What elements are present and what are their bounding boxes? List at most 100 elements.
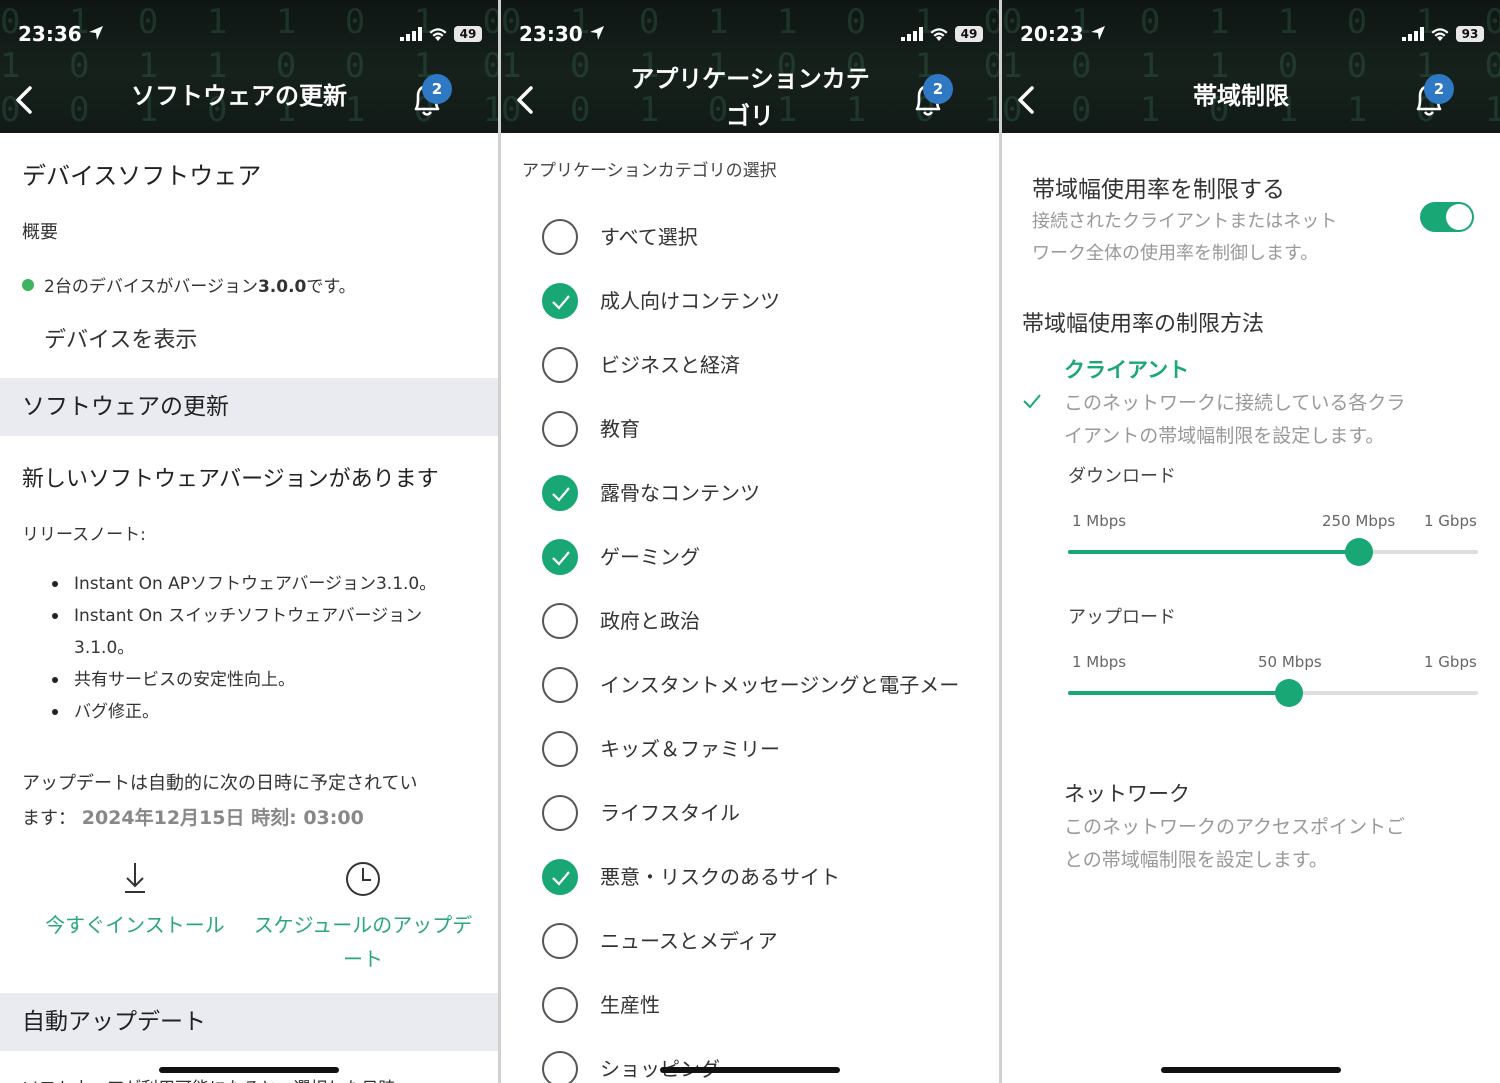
category-item[interactable]: 成人向けコンテンツ [542, 283, 999, 323]
radio-icon[interactable] [542, 411, 578, 447]
category-label: 教育 [600, 417, 640, 441]
install-now-button[interactable]: 今すぐインストール [28, 860, 242, 942]
install-now-label: 今すぐインストール [45, 913, 225, 937]
category-label: すべて選択 [600, 225, 698, 249]
limit-method-heading: 帯域幅使用率の制限方法 [1022, 312, 1265, 337]
radio-icon[interactable] [542, 795, 578, 831]
network-option-title: ネットワーク [1064, 782, 1190, 806]
overview-label: 概要 [22, 222, 58, 243]
status-time: 23:30 [519, 22, 605, 46]
schedule-text: アップデートは自動的に次の日時に予定されてい [22, 773, 418, 794]
wifi-icon [930, 27, 948, 41]
radio-icon[interactable] [542, 219, 578, 255]
status-bar: 23:30 49 [519, 22, 983, 50]
status-bar: 20:23 93 [1020, 22, 1484, 50]
radio-icon[interactable] [542, 667, 578, 703]
status-dot [22, 279, 34, 291]
release-note-item: Instant On スイッチソフトウェアバージョン 3.1.0。 [52, 600, 472, 664]
category-item[interactable]: すべて選択 [542, 219, 999, 259]
checked-radio-icon[interactable] [542, 859, 578, 895]
upload-min-label: 1 Mbps [1072, 653, 1127, 671]
category-item[interactable]: 教育 [542, 411, 999, 451]
upload-max-label: 1 Gbps [1424, 653, 1477, 671]
status-icons: 49 [400, 26, 482, 42]
release-note-item: Instant On APソフトウェアバージョン3.1.0。 [52, 568, 472, 600]
wifi-icon [429, 27, 447, 41]
notification-badge: 2 [1424, 74, 1454, 104]
status-icons: 49 [901, 26, 983, 42]
toggle-knob [1446, 204, 1472, 230]
view-devices-link[interactable]: デバイスを表示 [44, 322, 197, 354]
app-header: 0 1 0 1 1 0 1 0 0 1 1 0 1 0 1 1 0 0 1 0 … [501, 0, 999, 133]
checked-radio-icon[interactable] [542, 539, 578, 575]
app-header: 0 1 0 1 1 0 1 0 0 1 1 0 1 0 1 1 0 0 1 0 … [0, 0, 498, 133]
screenshot-collage: 0 1 0 1 1 0 1 0 0 1 1 0 1 0 1 1 0 0 1 0 … [0, 0, 1500, 1083]
category-item[interactable]: 政府と政治 [542, 603, 999, 643]
client-option-title: クライアント [1064, 358, 1190, 382]
back-button[interactable] [1012, 84, 1042, 116]
location-arrow-icon [1090, 22, 1106, 46]
back-button[interactable] [511, 84, 541, 116]
clock-icon [252, 860, 474, 908]
page-title: 帯域制限 [1193, 82, 1289, 110]
signal-icon [1402, 27, 1424, 41]
schedule-update-button[interactable]: スケジュールのアップデート [252, 860, 474, 976]
signal-icon [901, 27, 923, 41]
release-note-item: バグ修正。 [52, 696, 472, 728]
radio-icon[interactable] [542, 347, 578, 383]
schedule-text-2: ます： 2024年12月15日 時刻: 03:00 [22, 807, 364, 829]
page-title: ソフトウェアの更新 [131, 82, 347, 110]
category-item[interactable]: 悪意・リスクのあるサイト [542, 859, 999, 899]
back-button[interactable] [10, 84, 40, 116]
category-label: ゲーミング [600, 545, 700, 569]
category-label: ビジネスと経済 [600, 353, 740, 377]
client-option-desc: このネットワークに接続している各クラ [1064, 392, 1406, 414]
category-item[interactable]: ニュースとメディア [542, 923, 999, 963]
wifi-icon [1431, 27, 1449, 41]
upload-slider[interactable] [1068, 679, 1478, 707]
location-arrow-icon [88, 22, 104, 46]
limit-usage-toggle[interactable] [1420, 202, 1474, 232]
status-time: 20:23 [1020, 22, 1106, 46]
limit-usage-desc-2: ワーク全体の使用率を制御します。 [1032, 243, 1319, 264]
category-item[interactable]: インスタントメッセージングと電子メー [542, 667, 999, 707]
release-note-item: 共有サービスの安定性向上。 [52, 664, 472, 696]
status-time: 23:36 [18, 22, 104, 46]
battery-indicator: 49 [454, 26, 482, 42]
download-slider-thumb[interactable] [1345, 538, 1374, 566]
home-indicator [1161, 1067, 1341, 1073]
upload-slider-thumb[interactable] [1275, 679, 1304, 707]
app-header: 0 1 0 1 1 0 1 0 0 1 1 0 1 0 1 1 0 0 1 0 … [1002, 0, 1500, 133]
software-update-section-header: ソフトウェアの更新 [0, 378, 498, 436]
category-item[interactable]: ビジネスと経済 [542, 347, 999, 387]
category-item[interactable]: ゲーミング [542, 539, 999, 579]
radio-icon[interactable] [542, 923, 578, 959]
client-option-desc-2: イアントの帯域幅制限を設定します。 [1064, 425, 1385, 447]
download-slider[interactable] [1068, 538, 1478, 566]
radio-icon[interactable] [542, 1051, 578, 1083]
radio-icon[interactable] [542, 987, 578, 1023]
category-item[interactable]: 露骨なコンテンツ [542, 475, 999, 515]
category-item[interactable]: キッズ＆ファミリー [542, 731, 999, 771]
network-option-desc-2: との帯域幅制限を設定します。 [1064, 849, 1328, 871]
category-item[interactable]: 生産性 [542, 987, 999, 1027]
schedule-update-label: スケジュールのアップデート [253, 913, 473, 971]
checked-radio-icon[interactable] [542, 475, 578, 511]
checked-radio-icon[interactable] [542, 283, 578, 319]
page-title: アプリケーションカテゴリ [630, 65, 870, 130]
category-label: ニュースとメディア [600, 929, 778, 953]
category-label: 露骨なコンテンツ [600, 481, 760, 505]
radio-icon[interactable] [542, 603, 578, 639]
notification-badge: 2 [923, 74, 953, 104]
category-label: インスタントメッセージングと電子メー [600, 673, 960, 697]
check-icon [1023, 394, 1041, 409]
application-category-screen: 0 1 0 1 1 0 1 0 0 1 1 0 1 0 1 1 0 0 1 0 … [501, 0, 999, 1083]
download-max-label: 1 Gbps [1424, 512, 1477, 530]
device-status: 2台のデバイスがバージョン3.0.0です。 [22, 272, 356, 297]
signal-icon [400, 27, 422, 41]
radio-icon[interactable] [542, 731, 578, 767]
category-select-label: アプリケーションカテゴリの選択 [522, 161, 777, 181]
category-label: 成人向けコンテンツ [600, 289, 780, 313]
category-item[interactable]: ライフスタイル [542, 795, 999, 835]
home-indicator [159, 1067, 339, 1073]
